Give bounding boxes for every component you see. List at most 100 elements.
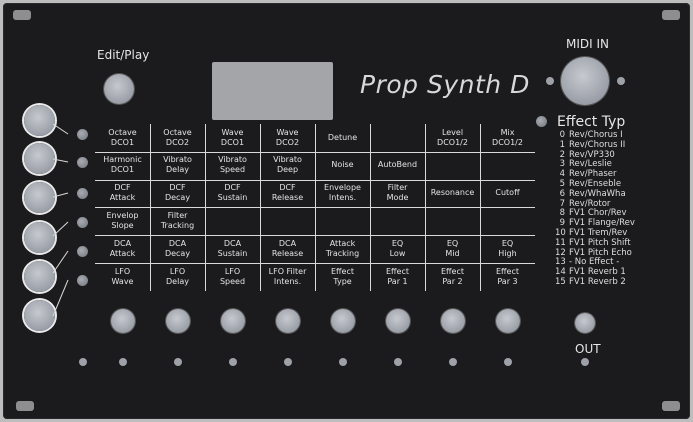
- cv-jack: [338, 358, 347, 366]
- parameter-name: Attack: [329, 238, 356, 248]
- parameter-name: Harmonic: [103, 155, 142, 165]
- parameter-sub: Release: [271, 193, 304, 203]
- parameter-sub: Sustain: [217, 248, 248, 258]
- parameter-name: DCA: [278, 238, 297, 248]
- cv-jack: [228, 358, 237, 366]
- parameter-sub: Intens.: [328, 193, 357, 203]
- parameter-sub: DCO2: [165, 137, 190, 147]
- parameter-name: AutoBend: [377, 160, 418, 170]
- parameter-sub: DCO2: [275, 137, 300, 147]
- parameter-cell: [370, 207, 425, 234]
- parameter-sub: Mid: [445, 248, 460, 258]
- parameter-cell: DCA Decay: [150, 235, 205, 262]
- parameter-cell: Vibrato Deep: [260, 152, 315, 179]
- parameter-name: Effect: [385, 266, 410, 276]
- parameter-cell: [370, 124, 425, 151]
- parameter-sub: Sustain: [217, 193, 248, 203]
- cv-jack: [448, 358, 457, 366]
- parameter-cell: Effect Type: [315, 263, 370, 290]
- cv-jack: [118, 358, 127, 366]
- parameter-knob[interactable]: [495, 309, 520, 333]
- parameter-cell: Level DCO1/2: [425, 124, 480, 151]
- parameter-cell: [260, 207, 315, 234]
- parameter-knob[interactable]: [110, 309, 135, 333]
- parameter-sub: Par 3: [497, 276, 518, 286]
- parameter-sub: High: [498, 248, 517, 258]
- parameter-name: Effect: [495, 266, 520, 276]
- parameter-knob[interactable]: [330, 309, 355, 333]
- parameter-sub: Mode: [386, 193, 409, 203]
- parameter-sub: DCO1/2: [492, 137, 523, 147]
- parameter-name: Vibrato: [163, 155, 192, 165]
- parameter-sub: Speed: [219, 276, 246, 286]
- parameter-sub: Speed: [219, 165, 246, 175]
- parameter-knob[interactable]: [440, 309, 465, 333]
- parameter-cell: LFO Wave: [95, 263, 150, 290]
- parameter-sub: DCO1/2: [437, 137, 468, 147]
- parameter-cell: DCF Decay: [150, 180, 205, 207]
- parameter-name: Detune: [327, 132, 358, 142]
- parameter-knob[interactable]: [165, 309, 190, 333]
- parameter-cell: Octave DCO1: [95, 124, 150, 151]
- parameter-cell: [480, 152, 535, 179]
- parameter-cell: DCF Attack: [95, 180, 150, 207]
- parameter-name: DCF: [169, 183, 186, 193]
- parameter-knob[interactable]: [275, 309, 300, 333]
- parameter-cell: LFO Speed: [205, 263, 260, 290]
- parameter-cell: Envelop Slope: [95, 207, 150, 234]
- parameter-cell: DCA Attack: [95, 235, 150, 262]
- parameter-name: Wave: [221, 127, 244, 137]
- parameter-name: Effect: [440, 266, 465, 276]
- parameter-cell: [315, 207, 370, 234]
- parameter-name: LFO: [169, 266, 186, 276]
- parameter-sub: DCO1: [220, 137, 245, 147]
- parameter-cell: Envelope Intens.: [315, 180, 370, 207]
- parameter-knob[interactable]: [220, 309, 245, 333]
- parameter-sub: Par 1: [387, 276, 408, 286]
- grid-col-line: [150, 124, 151, 291]
- parameter-cell: DCA Release: [260, 235, 315, 262]
- parameter-name: Envelope: [324, 183, 361, 193]
- parameter-cell: AutoBend: [370, 152, 425, 179]
- out-label: OUT: [575, 342, 601, 356]
- parameter-grid: Octave DCO1 Octave DCO2 Wave DCO1 Wave DCO2 Detu…: [95, 124, 535, 291]
- cv-jack: [393, 358, 402, 366]
- parameter-sub: Wave: [111, 276, 134, 286]
- parameter-cell: Wave DCO2: [260, 124, 315, 151]
- parameter-sub: Tracking: [160, 220, 195, 230]
- parameter-cell: Harmonic DCO1: [95, 152, 150, 179]
- parameter-sub: Delay: [166, 165, 189, 175]
- parameter-cell: EQ High: [480, 235, 535, 262]
- parameter-cell: DCA Sustain: [205, 235, 260, 262]
- parameter-name: Effect: [330, 266, 355, 276]
- parameter-name: Envelop: [106, 210, 139, 220]
- parameter-sub: Type: [333, 276, 352, 286]
- parameter-name: Filter: [387, 183, 408, 193]
- parameter-cell: Mix DCO1/2: [480, 124, 535, 151]
- parameter-sub: DCO1: [110, 165, 135, 175]
- parameter-name: Noise: [331, 160, 354, 170]
- parameter-name: EQ: [446, 238, 459, 248]
- parameter-cell: LFO Delay: [150, 263, 205, 290]
- parameter-sub: Deep: [276, 165, 299, 175]
- grid-col-line: [480, 124, 481, 291]
- parameter-cell: Noise: [315, 152, 370, 179]
- parameter-cell: Octave DCO2: [150, 124, 205, 151]
- parameter-sub: Delay: [166, 276, 189, 286]
- parameter-cell: Effect Par 2: [425, 263, 480, 290]
- parameter-name: Octave: [163, 127, 192, 137]
- cv-jack: [79, 358, 87, 366]
- parameter-name: Octave: [108, 127, 137, 137]
- grid-col-line: [370, 124, 371, 291]
- parameter-name: EQ: [391, 238, 404, 248]
- parameter-cell: [425, 152, 480, 179]
- cv-jack: [173, 358, 182, 366]
- parameter-sub: Intens.: [273, 276, 302, 286]
- parameter-sub: DCO1: [110, 137, 135, 147]
- parameter-sub: Decay: [164, 248, 191, 258]
- grid-col-line: [260, 124, 261, 291]
- parameter-name: DCA: [113, 238, 132, 248]
- parameter-sub: Decay: [164, 193, 191, 203]
- parameter-name: Vibrato: [273, 155, 302, 165]
- parameter-knob[interactable]: [385, 309, 410, 333]
